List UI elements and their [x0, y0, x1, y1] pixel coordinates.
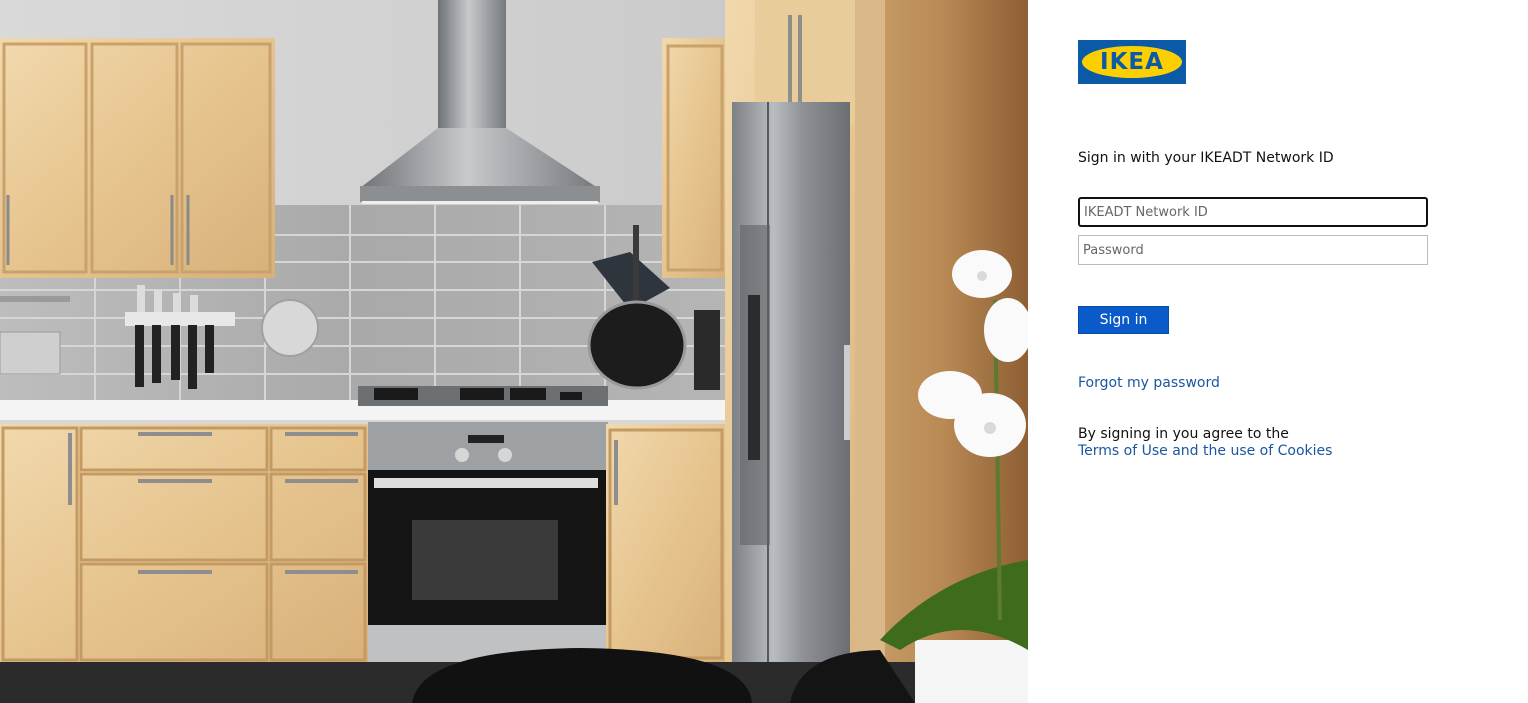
ikea-logo: IKEA [1078, 40, 1186, 84]
password-input[interactable] [1078, 235, 1428, 265]
ikea-logo-text: IKEA [1100, 49, 1164, 75]
agreement-text: By signing in you agree to the [1078, 426, 1289, 442]
network-id-input[interactable] [1078, 197, 1428, 227]
sign-in-button[interactable]: Sign in [1078, 306, 1169, 334]
terms-of-use-link[interactable]: Terms of Use and the use of Cookies [1078, 443, 1332, 459]
sign-in-panel: IKEA Sign in with your IKEADT Network ID… [1028, 0, 1528, 703]
kitchen-background-image [0, 0, 1028, 703]
forgot-password-link[interactable]: Forgot my password [1078, 375, 1220, 391]
sign-in-heading: Sign in with your IKEADT Network ID [1078, 150, 1334, 166]
